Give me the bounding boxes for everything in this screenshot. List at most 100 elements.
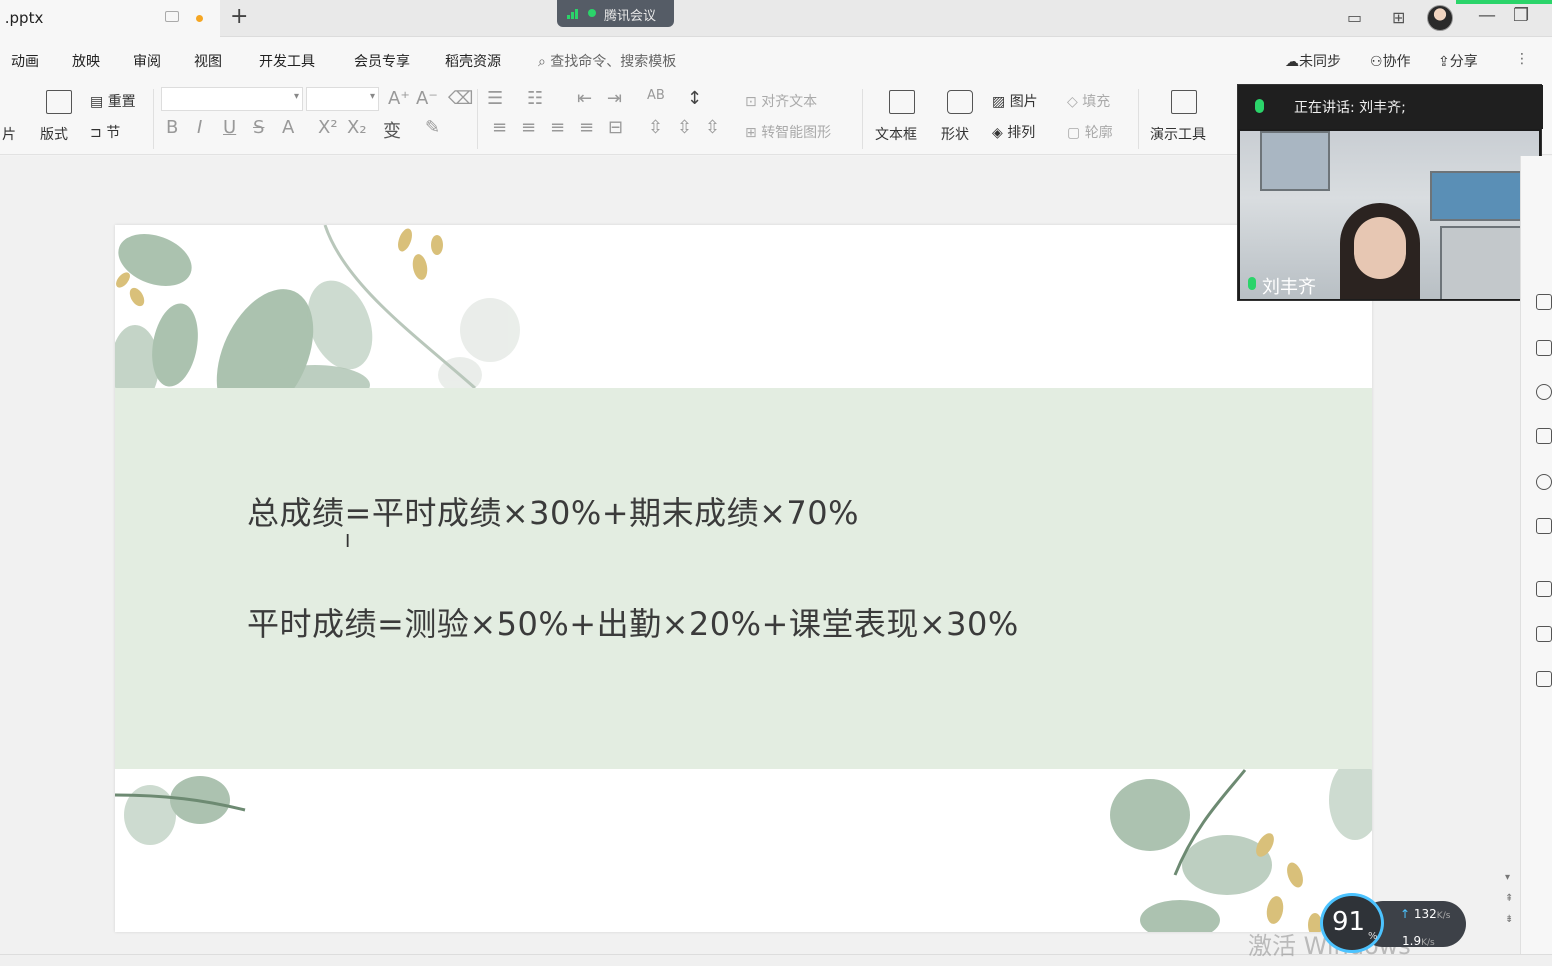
underline-icon[interactable]: U: [223, 117, 236, 138]
animation-icon[interactable]: [1536, 474, 1552, 490]
superscript-icon[interactable]: X²: [318, 117, 338, 138]
user-avatar[interactable]: [1427, 5, 1453, 31]
share-button[interactable]: ⇪分享: [1438, 51, 1478, 71]
align-left-icon[interactable]: ≡: [492, 117, 507, 138]
text-box-button[interactable]: 文本框: [875, 124, 917, 144]
subscript-icon[interactable]: X₂: [347, 117, 367, 138]
phonetic-icon[interactable]: 变: [383, 117, 401, 143]
shape-button[interactable]: 形状: [941, 124, 969, 144]
cube-icon[interactable]: [1536, 518, 1552, 534]
reading-mode-icon[interactable]: ▭: [1347, 8, 1362, 27]
fill-label: 填充: [1082, 94, 1111, 110]
download-speed: 1.9K/s: [1402, 934, 1435, 948]
strikethrough-icon[interactable]: S: [253, 117, 264, 138]
shape-icon[interactable]: [947, 90, 973, 114]
pen-icon[interactable]: [1536, 581, 1552, 597]
share-icon: ⇪: [1438, 54, 1450, 70]
command-search-label: 查找命令、搜索模板: [550, 54, 677, 70]
restore-button[interactable]: ❐: [1513, 5, 1529, 26]
bullet-list-icon[interactable]: ☰: [487, 88, 503, 109]
right-side-panel: [1520, 156, 1552, 954]
participant-video[interactable]: 刘丰齐: [1240, 131, 1539, 299]
italic-icon[interactable]: I: [197, 117, 202, 138]
font-shrink-icon[interactable]: A⁻: [416, 88, 438, 109]
align-text-button[interactable]: ⊡ 对齐文本: [745, 91, 817, 111]
shape-panel-icon[interactable]: [1536, 626, 1552, 642]
present-tools-button[interactable]: 演示工具: [1150, 124, 1206, 144]
minimize-button[interactable]: —: [1478, 5, 1496, 26]
image-panel-icon[interactable]: [1536, 428, 1552, 444]
justify-icon[interactable]: ≡: [579, 117, 594, 138]
picture-panel-icon[interactable]: [1536, 671, 1552, 687]
layout-icon[interactable]: [46, 90, 72, 114]
font-family-select[interactable]: [161, 87, 303, 111]
font-size-select[interactable]: [306, 87, 379, 111]
para-spacing-icon[interactable]: ⇳: [648, 117, 663, 138]
current-slide[interactable]: 总成绩=平时成绩×30%+期末成绩×70% 平时成绩=测验×50%+出勤×20%…: [115, 225, 1372, 932]
para-spacing-2-icon[interactable]: ⇳: [677, 117, 692, 138]
formula-total-grade[interactable]: 总成绩=平时成绩×30%+期末成绩×70%: [247, 488, 859, 534]
meeting-video-panel[interactable]: 正在讲话: 刘丰齐; 刘丰齐: [1237, 84, 1543, 301]
scroll-down-icon[interactable]: ▾: [1505, 872, 1510, 883]
section-button[interactable]: ⊐ 节: [90, 122, 120, 142]
toolbar-divider: [477, 89, 478, 149]
text-cursor-icon: I: [345, 531, 351, 552]
bold-icon[interactable]: B: [166, 117, 178, 138]
grid-view-icon[interactable]: ⊞: [1392, 8, 1405, 27]
text-direction-icon[interactable]: AB: [647, 88, 665, 103]
arrange-button[interactable]: ◈ 排列: [992, 122, 1035, 142]
section-icon: ⊐: [90, 125, 102, 141]
star-icon[interactable]: [1536, 294, 1552, 310]
formula-regular-grade[interactable]: 平时成绩=测验×50%+出勤×20%+课堂表现×30%: [247, 599, 1019, 645]
present-tools-icon[interactable]: [1171, 90, 1197, 114]
new-tab-button[interactable]: +: [230, 4, 248, 29]
menu-membership[interactable]: 会员专享: [354, 51, 410, 71]
increase-indent-icon[interactable]: ⇥: [607, 88, 622, 109]
tencent-meeting-pill[interactable]: 腾讯会议: [557, 0, 674, 27]
menu-review[interactable]: 审阅: [133, 51, 161, 71]
next-slide-icon[interactable]: ⇟: [1505, 914, 1513, 925]
document-tab-title: .pptx: [0, 9, 44, 27]
unsaved-dot-icon: [196, 15, 203, 22]
cloud-icon: ☁: [1285, 54, 1299, 70]
new-slide-button[interactable]: 片: [2, 124, 16, 144]
fill-button[interactable]: ◇ 填充: [1067, 91, 1110, 111]
sync-label: 未同步: [1299, 54, 1341, 70]
prev-slide-icon[interactable]: ⇞: [1505, 893, 1513, 904]
reset-button[interactable]: ▤ 重置: [90, 91, 136, 111]
menu-docer-resources[interactable]: 稻壳资源: [445, 51, 501, 71]
menu-developer[interactable]: 开发工具: [259, 51, 315, 71]
decrease-indent-icon[interactable]: ⇤: [577, 88, 592, 109]
menu-view[interactable]: 视图: [194, 51, 222, 71]
menu-bar: 动画 放映 审阅 视图 开发工具 会员专享 稻壳资源 ⌕ 查找命令、搜索模板 ☁…: [0, 37, 1552, 83]
font-color-icon[interactable]: A: [282, 117, 294, 138]
comment-icon[interactable]: [1536, 340, 1552, 356]
sync-button[interactable]: ☁未同步: [1285, 51, 1341, 71]
collab-button[interactable]: ⚇协作: [1370, 51, 1411, 71]
menu-slideshow[interactable]: 放映: [72, 51, 100, 71]
picture-button[interactable]: ▨ 图片: [992, 91, 1038, 111]
document-tab[interactable]: .pptx: [0, 0, 220, 37]
help-icon[interactable]: [1536, 384, 1552, 400]
fill-icon: ◇: [1067, 94, 1078, 110]
outline-button[interactable]: ▢ 轮廓: [1067, 122, 1113, 142]
outline-icon: ▢: [1067, 125, 1081, 141]
highlight-icon[interactable]: ✎: [425, 117, 440, 138]
network-monitor-widget[interactable]: 91 % ↑ 132K/s 1.9K/s: [1320, 893, 1468, 953]
menu-animation[interactable]: 动画: [11, 51, 39, 71]
line-spacing-icon[interactable]: ↕: [687, 88, 702, 109]
text-box-icon[interactable]: [889, 90, 915, 114]
more-icon[interactable]: ⋮: [1515, 51, 1529, 67]
participant-mic-icon: [1248, 277, 1256, 290]
numbered-list-icon[interactable]: ☷: [527, 88, 543, 109]
smart-shape-button[interactable]: ⊞ 转智能图形: [745, 122, 831, 142]
layout-button[interactable]: 版式: [40, 124, 68, 144]
distribute-icon[interactable]: ⊟: [608, 117, 623, 138]
clear-format-icon[interactable]: ⌫: [448, 88, 473, 109]
font-grow-icon[interactable]: A⁺: [388, 88, 410, 109]
align-right-icon[interactable]: ≡: [550, 117, 565, 138]
monitor-icon: [165, 11, 179, 22]
para-spacing-3-icon[interactable]: ⇳: [705, 117, 720, 138]
command-search[interactable]: ⌕ 查找命令、搜索模板: [538, 51, 676, 71]
align-center-icon[interactable]: ≡: [521, 117, 536, 138]
